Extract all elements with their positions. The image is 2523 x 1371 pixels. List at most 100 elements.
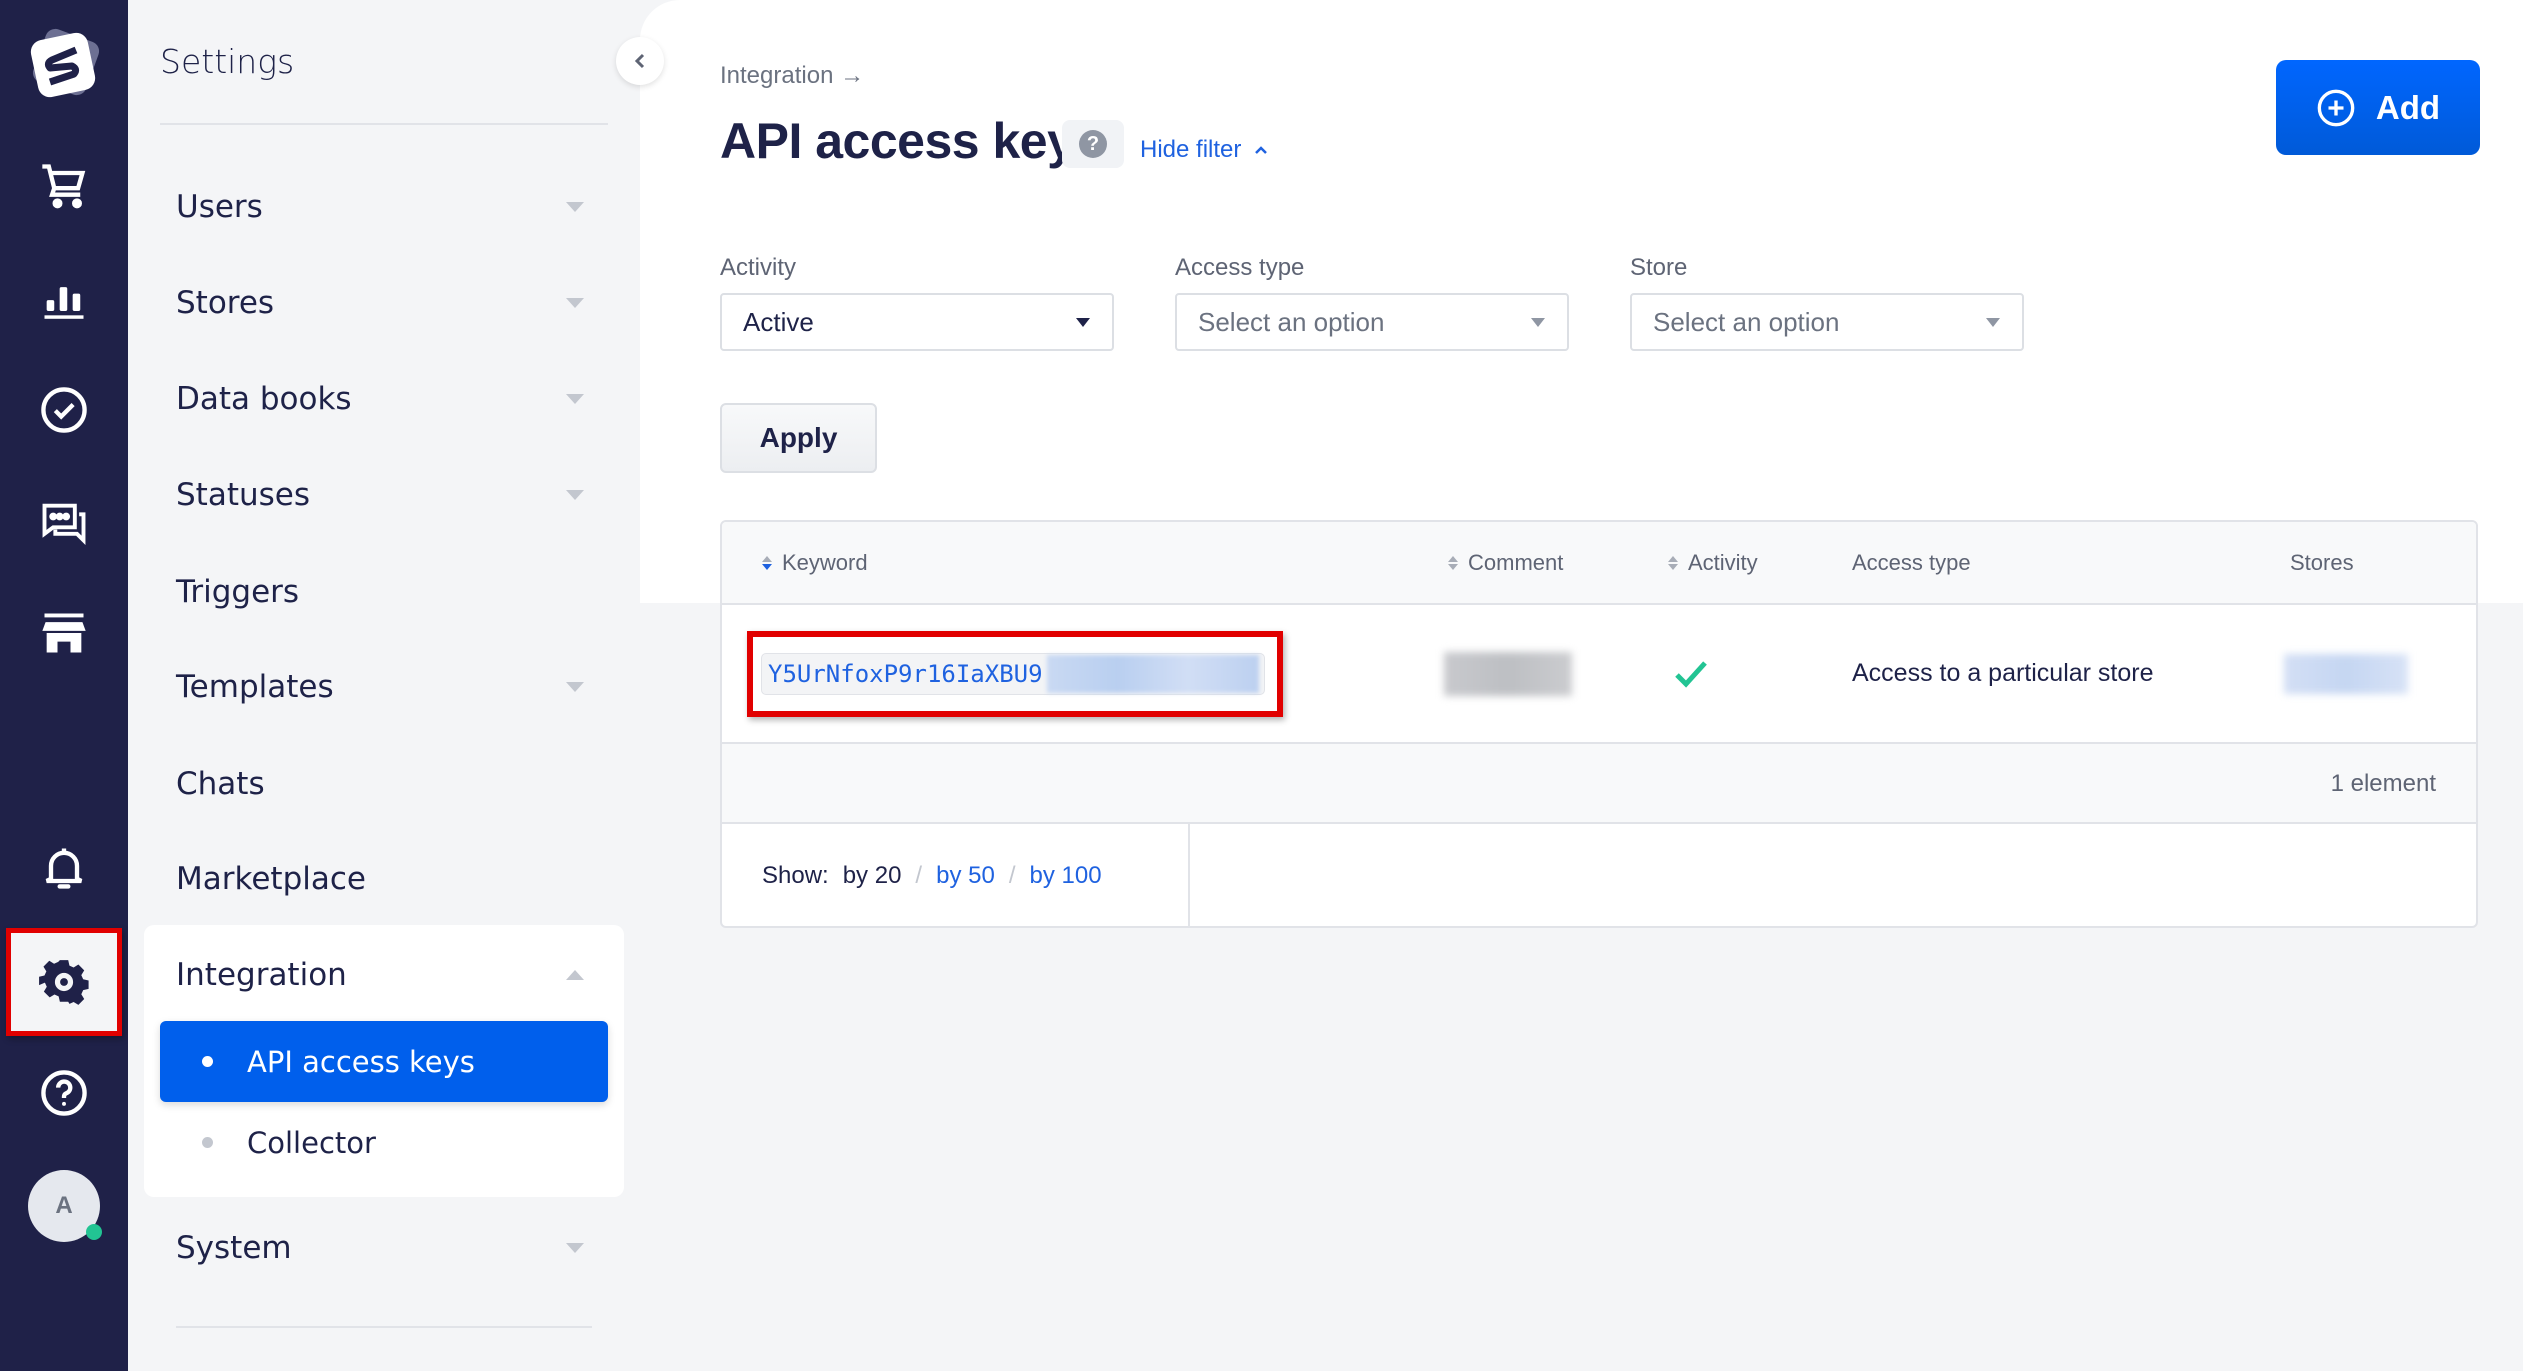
- sidebar-subitem-api-access-keys[interactable]: API access keys: [160, 1021, 608, 1102]
- sidebar-item-chats[interactable]: Chats: [176, 754, 592, 814]
- column-label: Keyword: [782, 549, 868, 575]
- access-type-cell: Access to a particular store: [1852, 659, 2154, 687]
- sidebar-item-data-books[interactable]: Data books: [176, 369, 592, 429]
- add-button-label: Add: [2375, 88, 2441, 126]
- column-label: Stores: [2290, 549, 2354, 575]
- store-placeholder: Select an option: [1653, 306, 1840, 337]
- main-content: Integration → API access keys ? Hide fil…: [640, 0, 2523, 1371]
- page-title: API access keys: [720, 113, 1102, 169]
- sidebar-subitem-collector[interactable]: Collector: [160, 1102, 608, 1183]
- sidebar-item-marketplace[interactable]: Marketplace: [176, 849, 592, 909]
- checkmark-icon: [1675, 660, 1707, 688]
- column-header-access-type: Access type: [1852, 522, 1971, 603]
- chevron-left-icon: [634, 53, 645, 69]
- rail-orders[interactable]: [0, 136, 128, 236]
- comment-cell: [1444, 605, 1572, 742]
- collapse-sidebar-button[interactable]: [616, 37, 664, 85]
- highlight-box: Y5UrNfoxP9r16IaXBU9: [747, 631, 1283, 717]
- column-label: Access type: [1852, 549, 1971, 575]
- sidebar-item-label: Statuses: [176, 477, 311, 513]
- rail-chats[interactable]: [0, 473, 128, 573]
- settings-sidebar: Settings Users Stores Data books Statuse…: [128, 0, 640, 1371]
- sidebar-divider: [176, 1326, 592, 1328]
- avatar-initial: A: [55, 1192, 73, 1219]
- sidebar-item-label: System: [176, 1230, 292, 1266]
- column-header-keyword[interactable]: Keyword: [762, 522, 868, 603]
- app-logo[interactable]: [20, 20, 108, 108]
- sidebar-item-system[interactable]: System: [176, 1218, 592, 1278]
- caret-down-icon: [566, 202, 584, 212]
- column-header-activity[interactable]: Activity: [1668, 522, 1758, 603]
- store-icon: [42, 613, 86, 653]
- sidebar-item-templates[interactable]: Templates: [176, 657, 592, 717]
- breadcrumb[interactable]: Integration →: [720, 62, 864, 90]
- separator: /: [915, 862, 923, 889]
- sort-icon: [762, 555, 772, 570]
- column-label: Activity: [1688, 549, 1758, 575]
- dropdown-arrow-icon: [1986, 317, 2000, 327]
- redacted-key-part: [1046, 655, 1259, 693]
- sidebar-item-label: Triggers: [176, 574, 300, 610]
- rail-stores[interactable]: [0, 583, 128, 683]
- rail-notifications[interactable]: [0, 818, 128, 918]
- page-size-current: by 20: [842, 862, 902, 889]
- access-type-select[interactable]: Select an option: [1175, 293, 1569, 351]
- api-key-value[interactable]: Y5UrNfoxP9r16IaXBU9: [761, 653, 1265, 695]
- page-size-label: Show:: [762, 862, 829, 889]
- column-label: Comment: [1468, 549, 1564, 575]
- sidebar-item-label: Integration: [176, 957, 347, 993]
- sidebar-item-users[interactable]: Users: [176, 177, 592, 237]
- table-row[interactable]: Y5UrNfoxP9r16IaXBU9 Access to a particul…: [722, 605, 2476, 744]
- caret-down-icon: [566, 394, 584, 404]
- dropdown-arrow-icon: [1076, 317, 1090, 327]
- sidebar-divider: [160, 123, 608, 125]
- rail-tasks[interactable]: [0, 360, 128, 460]
- column-header-comment[interactable]: Comment: [1448, 522, 1563, 603]
- caret-down-icon: [566, 682, 584, 692]
- activity-select[interactable]: Active: [720, 293, 1114, 351]
- online-status-indicator: [86, 1224, 102, 1240]
- help-button[interactable]: ?: [1062, 120, 1124, 168]
- rail-settings[interactable]: [6, 928, 122, 1036]
- sidebar-item-stores[interactable]: Stores: [176, 273, 592, 333]
- hide-filter-label: Hide filter: [1140, 136, 1242, 163]
- plus-circle-icon: [2317, 89, 2355, 126]
- bullet-icon: [202, 1056, 213, 1067]
- stores-cell[interactable]: [2284, 605, 2408, 742]
- dropdown-arrow-icon: [1531, 317, 1545, 327]
- access-type-filter-label: Access type: [1175, 254, 1305, 281]
- api-keys-table: Keyword Comment Activity Access type Sto…: [720, 520, 2478, 928]
- rail-help[interactable]: [0, 1043, 128, 1143]
- sidebar-item-triggers[interactable]: Triggers: [176, 562, 592, 622]
- table-summary: 1 element: [722, 744, 2476, 824]
- sidebar-item-integration[interactable]: Integration: [176, 945, 592, 1005]
- store-select[interactable]: Select an option: [1630, 293, 2024, 351]
- apply-button[interactable]: Apply: [720, 403, 877, 473]
- gear-icon: [39, 960, 89, 1005]
- cart-icon: [42, 164, 86, 209]
- bar-chart-icon: [44, 287, 84, 319]
- sidebar-item-label: Chats: [176, 766, 265, 802]
- page-size-selector: Show: by 20 / by 50 / by 100: [722, 824, 1190, 926]
- sidebar-title: Settings: [160, 42, 295, 81]
- bell-icon: [45, 848, 83, 889]
- sidebar-item-statuses[interactable]: Statuses: [176, 465, 592, 525]
- hide-filter-toggle[interactable]: Hide filter: [1140, 136, 1269, 164]
- access-type-placeholder: Select an option: [1198, 306, 1385, 337]
- redacted-store: [2284, 653, 2408, 694]
- sidebar-item-label: Data books: [176, 381, 352, 417]
- page-size-50[interactable]: by 50: [936, 862, 995, 890]
- page-size-100[interactable]: by 100: [1029, 862, 1101, 890]
- add-button[interactable]: Add: [2276, 60, 2480, 155]
- user-avatar[interactable]: A: [28, 1170, 102, 1242]
- store-filter-label: Store: [1630, 254, 1688, 281]
- table-header: Keyword Comment Activity Access type Sto…: [722, 522, 2476, 605]
- check-circle-icon: [41, 387, 87, 433]
- sidebar-subitem-label: Collector: [247, 1125, 376, 1160]
- sidebar-item-label: Users: [176, 189, 263, 225]
- integration-group: Integration API access keys Collector: [144, 925, 624, 1197]
- activity-cell: [1674, 605, 1708, 742]
- caret-down-icon: [566, 1243, 584, 1253]
- chat-icon: [42, 503, 86, 546]
- rail-analytics[interactable]: [0, 248, 128, 348]
